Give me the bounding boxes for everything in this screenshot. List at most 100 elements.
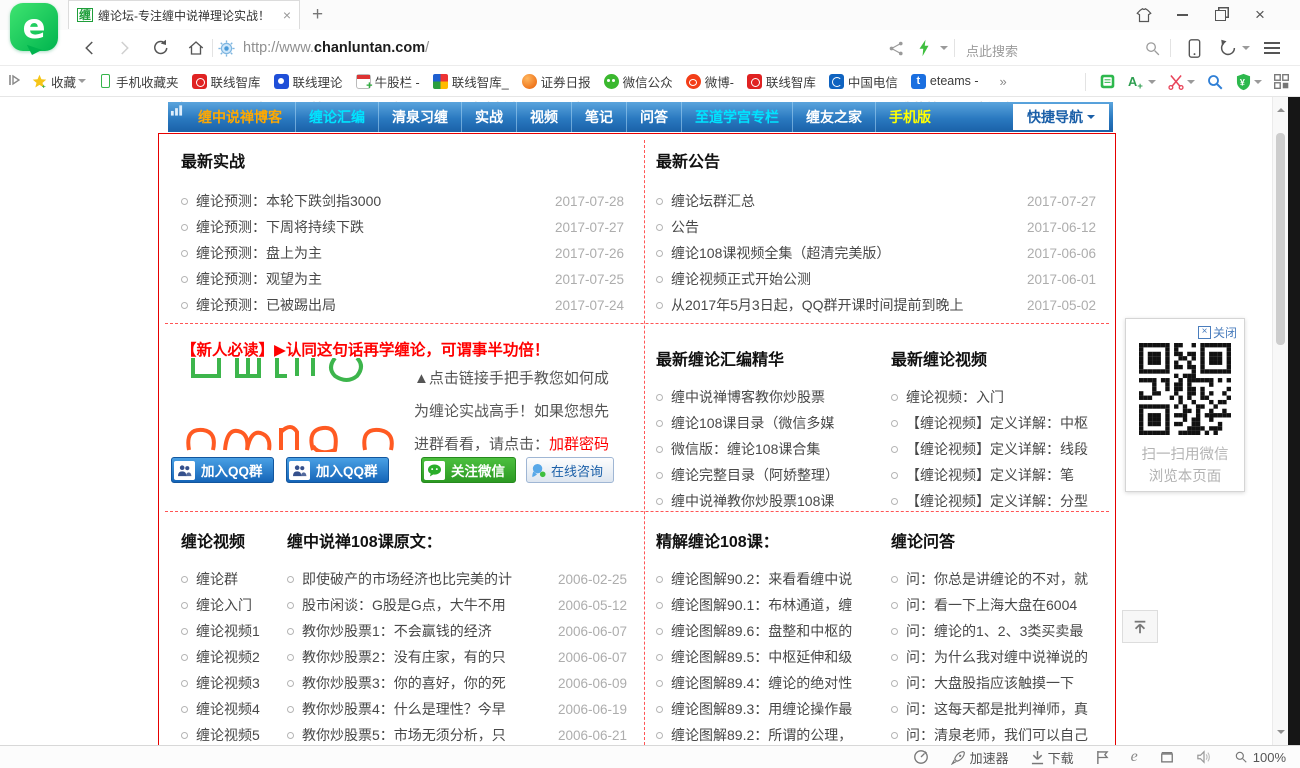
item-link[interactable]: 缠论预测：下周将持续下跌 [196, 217, 364, 237]
list-item[interactable]: 微信版：缠论108课合集 [656, 436, 881, 462]
find-icon[interactable] [1206, 73, 1224, 91]
item-link[interactable]: 缠论视频：入门 [906, 387, 1004, 407]
list-item[interactable]: 教你炒股票3：你的喜好，你的死 2006-06-09 [287, 670, 627, 696]
item-link[interactable]: 缠论108课目录（微信多媒 [671, 413, 834, 433]
scroll-down-arrow[interactable] [1277, 730, 1285, 738]
item-link[interactable]: 缠论预测：盘上为主 [196, 243, 322, 263]
item-link[interactable]: 缠论视频1 [196, 621, 260, 641]
list-item[interactable]: 即使破产的市场经济也比完美的计 2006-02-25 [287, 566, 627, 592]
back-to-top-button[interactable] [1122, 610, 1158, 643]
list-item[interactable]: 缠中说禅博客教你炒股票 [656, 384, 881, 410]
item-link[interactable]: 缠论视频正式开始公测 [671, 269, 811, 289]
undo-dropdown-icon[interactable] [1242, 46, 1250, 54]
list-item[interactable]: 问：这每天都是批判禅师，真 [891, 696, 1106, 722]
list-item[interactable]: 缠论视频2 [181, 644, 281, 670]
nav-item-practice[interactable]: 实战 [462, 102, 517, 132]
list-item[interactable]: 缠论预测：本轮下跌剑指3000 2017-07-28 [181, 188, 624, 214]
menu-hamburger-icon[interactable] [1260, 36, 1284, 60]
group-password-link[interactable]: 加群密码 [549, 436, 609, 453]
item-link[interactable]: 问：这每天都是批判禅师，真 [906, 699, 1088, 719]
online-consult-button[interactable]: 在线咨询 [526, 457, 614, 483]
nav-item-qingquan[interactable]: 清泉习缠 [379, 102, 462, 132]
search-hint[interactable]: 点此搜索 [966, 41, 1018, 60]
list-item[interactable]: 缠论完整目录（阿娇整理） [656, 462, 881, 488]
nav-item-blog[interactable]: 缠中说禅博客 [185, 102, 296, 132]
item-link[interactable]: 问：大盘股指应该触摸一下 [906, 673, 1074, 693]
list-item[interactable]: 缠论图解89.5：中枢延伸和级 [656, 644, 881, 670]
list-item[interactable]: 问：清泉老师，我们可以自己 [891, 722, 1106, 745]
bookmark-item[interactable]: 中国电信 [829, 72, 898, 91]
list-item[interactable]: 从2017年5月3日起，QQ群开课时间提前到晚上 2017-05-02 [656, 292, 1096, 318]
nav-item-video[interactable]: 视频 [517, 102, 572, 132]
bookmarks-overflow-icon[interactable]: » [1000, 74, 1007, 89]
nav-item-notes[interactable]: 笔记 [572, 102, 627, 132]
item-link[interactable]: 【缠论视频】定义详解：线段 [906, 439, 1088, 459]
item-link[interactable]: 缠论图解89.6：盘整和中枢的 [671, 621, 852, 641]
back-icon[interactable] [78, 36, 102, 60]
nav-item-home-friends[interactable]: 缠友之家 [793, 102, 876, 132]
list-item[interactable]: 缠论108课目录（微信多媒 [656, 410, 881, 436]
close-button[interactable]: × [1242, 0, 1278, 30]
item-link[interactable]: 缠论预测：本轮下跌剑指3000 [196, 191, 381, 211]
item-link[interactable]: 缠论完整目录（阿娇整理） [671, 465, 839, 485]
list-item[interactable]: 缠论视频5 [181, 722, 281, 745]
bookmark-item[interactable]: 联线智库_ [433, 72, 509, 91]
undo-icon[interactable] [1216, 36, 1240, 60]
site-info-icon[interactable] [218, 40, 235, 57]
qr-close-button[interactable]: ×关闭 [1198, 324, 1237, 341]
item-link[interactable]: 缠论图解89.4：缠论的绝对性 [671, 673, 852, 693]
list-item[interactable]: 股市闲谈：G股是G点，大牛不用 2006-05-12 [287, 592, 627, 618]
item-link[interactable]: 问：你总是讲缠论的不对，就 [906, 569, 1088, 589]
list-item[interactable]: 缠论图解89.3：用缠论操作最 [656, 696, 881, 722]
list-item[interactable]: 缠论图解89.6：盘整和中枢的 [656, 618, 881, 644]
item-link[interactable]: 缠论视频2 [196, 647, 260, 667]
tab-close-icon[interactable]: × [283, 7, 291, 23]
item-link[interactable]: 缠论预测：观望为主 [196, 269, 322, 289]
item-link[interactable]: 微信版：缠论108课合集 [671, 439, 820, 459]
translate-icon[interactable]: A+ [1127, 73, 1156, 90]
item-link[interactable]: 缠论预测：已被踢出局 [196, 295, 336, 315]
item-link[interactable]: 缠论坛群汇总 [671, 191, 755, 211]
bookmark-item[interactable]: 证券日报 [522, 72, 591, 91]
nav-item-zhidao[interactable]: 至道学宫专栏 [682, 102, 793, 132]
list-item[interactable]: 问：为什么我对缠中说禅说的 [891, 644, 1106, 670]
bookmark-item[interactable]: 联线理论 [274, 72, 343, 91]
list-item[interactable]: 缠论入门 [181, 592, 281, 618]
nav-item-mobile[interactable]: 手机版 [876, 102, 944, 132]
list-item[interactable]: 【缠论视频】定义详解：笔 [891, 462, 1106, 488]
list-item[interactable]: 缠论图解89.4：缠论的绝对性 [656, 670, 881, 696]
item-link[interactable]: 教你炒股票2：没有庄家，有的只 [302, 647, 506, 667]
download-button[interactable]: 下载 [1031, 748, 1074, 767]
forward-icon[interactable] [112, 36, 136, 60]
item-link[interactable]: 缠论视频5 [196, 725, 260, 745]
list-item[interactable]: 教你炒股票5：市场无须分析，只 2006-06-21 [287, 722, 627, 745]
booster-bolt-icon[interactable] [912, 36, 936, 60]
nav-item-compilation[interactable]: 缠论汇编 [296, 102, 379, 132]
item-link[interactable]: 从2017年5月3日起，QQ群开课时间提前到晚上 [671, 295, 964, 315]
list-item[interactable]: 缠中说禅教你炒股票108课 [656, 488, 881, 514]
list-item[interactable]: 缠论视频正式开始公测 2017-06-01 [656, 266, 1096, 292]
item-link[interactable]: 缠论视频4 [196, 699, 260, 719]
bookmark-item[interactable]: 微博- [686, 72, 734, 91]
list-item[interactable]: 公告 2017-06-12 [656, 214, 1096, 240]
item-link[interactable]: 缠中说禅博客教你炒股票 [671, 387, 825, 407]
item-link[interactable]: 问：缠论的1、2、3类买卖最 [906, 621, 1083, 641]
bookmark-item[interactable]: 联线智库 [747, 72, 816, 91]
home-icon[interactable] [184, 36, 208, 60]
list-item[interactable]: 问：你总是讲缠论的不对，就 [891, 566, 1106, 592]
nav-item-qa[interactable]: 问答 [627, 102, 682, 132]
list-item[interactable]: 缠论图解89.2：所谓的公理， [656, 722, 881, 745]
screenshot-scissors-icon[interactable] [1167, 73, 1195, 90]
list-item[interactable]: 缠论视频：入门 [891, 384, 1106, 410]
join-qq-group-button[interactable]: 加入QQ群 [286, 457, 389, 483]
bookmarks-expander-icon[interactable] [8, 73, 20, 90]
quick-nav-button[interactable]: 快捷导航 [1013, 104, 1109, 130]
minimize-button[interactable] [1164, 0, 1200, 30]
bookmark-item[interactable]: 联线智库 [192, 72, 261, 91]
list-item[interactable]: 教你炒股票1：不会赢钱的经济 2006-06-07 [287, 618, 627, 644]
theme-shirt-icon[interactable] [1126, 0, 1162, 30]
ie-mode-icon[interactable]: e [1131, 748, 1138, 766]
zoom-control[interactable]: 100% [1234, 750, 1286, 765]
list-item[interactable]: 【缠论视频】定义详解：分型 [891, 488, 1106, 514]
item-link[interactable]: 问：清泉老师，我们可以自己 [906, 725, 1088, 745]
